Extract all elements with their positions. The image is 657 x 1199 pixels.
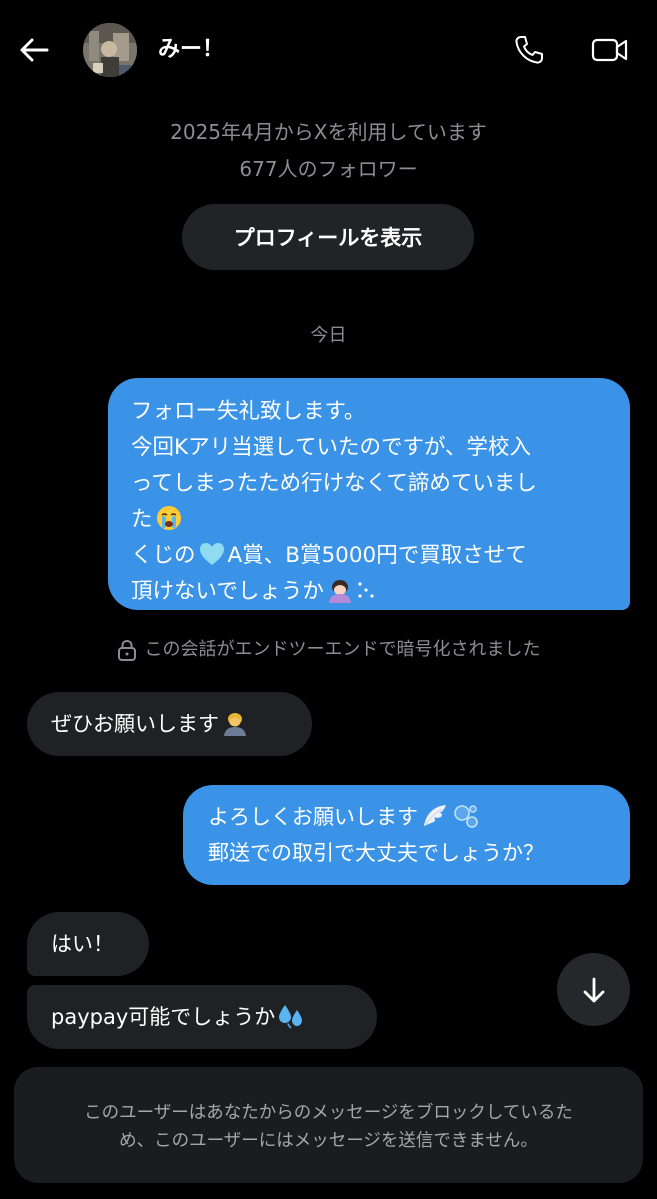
message-line: 今回Kアリ当選していたのですが、学校入: [131, 435, 532, 460]
avatar-image: [83, 23, 137, 77]
sent-message-bubble[interactable]: フォロー失礼致します。 今回Kアリ当選していたのですが、学校入 ってしまったため…: [108, 378, 630, 610]
message-line-with-emoji: くじの A賞、B賞5000円で買取させて: [131, 538, 610, 574]
blocked-composer-notice: このユーザーはあなたからのメッセージをブロックしているた め、このユーザーにはメ…: [14, 1067, 643, 1183]
message-text: た: [131, 507, 153, 532]
message-text: よろしくお願いします: [208, 805, 418, 829]
arrow-down-icon: [583, 977, 604, 1002]
view-profile-button[interactable]: プロフィールを表示: [182, 204, 474, 270]
light-blue-heart-icon: [199, 543, 224, 565]
phone-icon: [515, 36, 543, 64]
message-text: くじの: [131, 543, 196, 568]
chat-header: みー！: [0, 0, 657, 100]
message-text: 頂けないでしょうか: [131, 579, 324, 604]
bubbles-icon: [454, 805, 478, 828]
message-text: A賞、B賞5000円で買取させて: [227, 543, 527, 568]
profile-summary: 2025年4月からXを利用しています 677人のフォロワー: [0, 114, 657, 188]
back-arrow-icon: [20, 38, 49, 62]
message-line: 郵送での取引で大丈夫でしょうか？: [208, 841, 544, 865]
wing-icon: [424, 805, 446, 826]
scroll-to-bottom-button[interactable]: [557, 953, 630, 1026]
person-bowing-icon: [328, 580, 351, 603]
voice-call-button[interactable]: [509, 30, 549, 70]
message-line: ってしまったため行けなくて諦めていまし: [131, 471, 537, 496]
message-text: paypay可能でしょうか: [51, 1005, 276, 1029]
encryption-notice: この会話がエンドツーエンドで暗号化されました: [0, 636, 657, 664]
blocked-notice-line: このユーザーはあなたからのメッセージをブロックしているた: [84, 1103, 573, 1123]
message-text: ぜひお願いします: [51, 712, 219, 736]
message-line: フォロー失礼致します。: [131, 399, 366, 424]
received-message-bubble[interactable]: ぜひお願いします: [27, 692, 312, 756]
received-message-bubble[interactable]: はい！: [27, 912, 149, 976]
received-message-bubble[interactable]: paypay可能でしょうか: [27, 985, 377, 1049]
message-text: はい！: [51, 932, 114, 956]
encryption-notice-text: この会話がエンドツーエンドで暗号化されました: [144, 639, 541, 660]
blocked-notice-line: め、このユーザーにはメッセージを送信できません。: [119, 1131, 538, 1151]
video-camera-icon: [591, 38, 628, 62]
back-button[interactable]: [14, 30, 54, 70]
message-line-with-emoji: 頂けないでしょうか: [131, 574, 610, 610]
message-line-with-emoji: た: [131, 502, 610, 538]
message-line-with-emoji: よろしくお願いします: [208, 799, 630, 835]
contact-name[interactable]: みー！: [158, 34, 224, 66]
date-divider: 今日: [310, 325, 347, 346]
follower-count-text: 677人のフォロワー: [239, 157, 418, 181]
loudly-crying-face-icon: [156, 506, 181, 530]
video-call-button[interactable]: [588, 30, 632, 70]
sweat-droplets-icon: [279, 1005, 303, 1029]
sent-message-bubble[interactable]: よろしくお願いします 郵送での取引で大丈夫でしょうか？: [183, 785, 630, 885]
join-date-text: 2025年4月からXを利用しています: [170, 120, 487, 144]
sparkle-dots-icon: [358, 582, 374, 598]
person-bowing-icon: [224, 713, 246, 736]
lock-icon: [117, 639, 137, 661]
avatar[interactable]: [83, 23, 137, 77]
